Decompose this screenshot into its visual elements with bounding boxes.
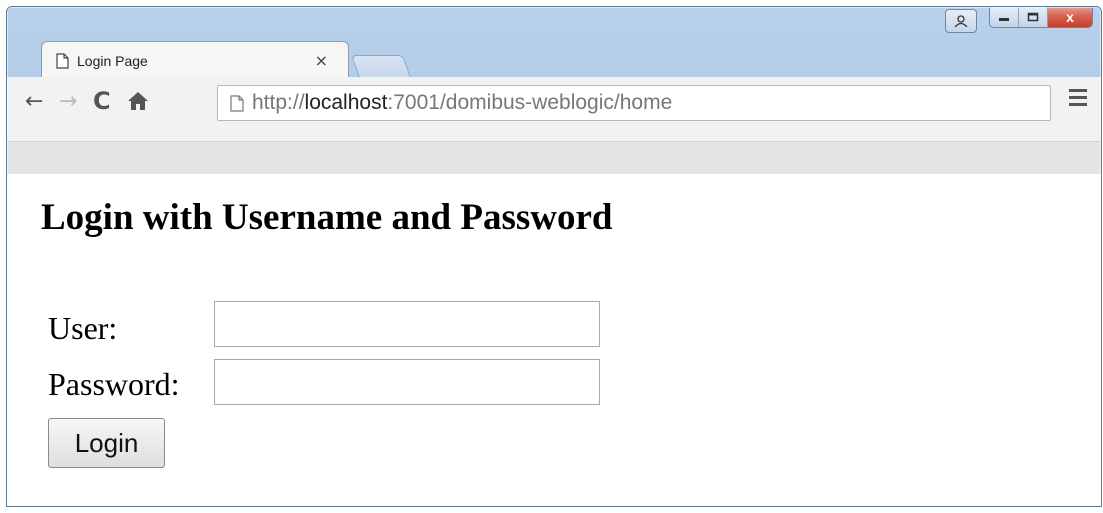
user-icon	[954, 15, 968, 27]
user-profile-button[interactable]	[945, 9, 977, 33]
close-window-button[interactable]: x	[1048, 7, 1092, 27]
tab-title: Login Page	[77, 52, 148, 69]
browser-toolbar: ← → C http://localhost:7001/domibus-webl…	[7, 77, 1101, 174]
window-controls: x	[989, 7, 1093, 28]
page-title: Login with Username and Password	[41, 197, 613, 238]
url-path: :7001/domibus-weblogic/home	[387, 91, 673, 114]
page-icon	[56, 52, 69, 69]
minimize-button[interactable]	[990, 7, 1019, 27]
back-arrow-icon[interactable]: ←	[25, 91, 43, 113]
window-caption-buttons: x	[945, 7, 1093, 33]
browser-window: x Login Page × ← → C http://localhost:70…	[6, 6, 1102, 507]
maximize-button[interactable]	[1019, 7, 1048, 27]
password-input[interactable]	[214, 359, 600, 405]
page-content: Login with Username and Password User: P…	[7, 174, 1101, 506]
address-bar[interactable]: http://localhost:7001/domibus-weblogic/h…	[217, 85, 1051, 121]
new-tab-button[interactable]	[350, 55, 412, 78]
user-label: User:	[48, 310, 118, 346]
tab-close-icon[interactable]: ×	[315, 51, 328, 70]
maximize-icon	[1027, 12, 1039, 22]
password-label: Password:	[48, 366, 180, 402]
url-scheme: http://	[252, 91, 305, 114]
bookmarks-bar	[7, 141, 1101, 174]
user-input[interactable]	[214, 301, 600, 347]
close-icon: x	[1066, 9, 1074, 25]
url-host: localhost	[304, 91, 388, 114]
home-icon[interactable]	[127, 90, 149, 112]
menu-icon[interactable]	[1069, 89, 1087, 110]
reload-icon[interactable]: C	[93, 89, 111, 113]
page-info-icon[interactable]	[230, 94, 244, 112]
forward-arrow-icon[interactable]: →	[59, 91, 77, 113]
minimize-icon	[999, 18, 1009, 21]
url-text: http://localhost:7001/domibus-weblogic/h…	[252, 91, 672, 115]
tab-login-page[interactable]: Login Page ×	[41, 41, 349, 78]
login-button[interactable]: Login	[48, 418, 165, 468]
